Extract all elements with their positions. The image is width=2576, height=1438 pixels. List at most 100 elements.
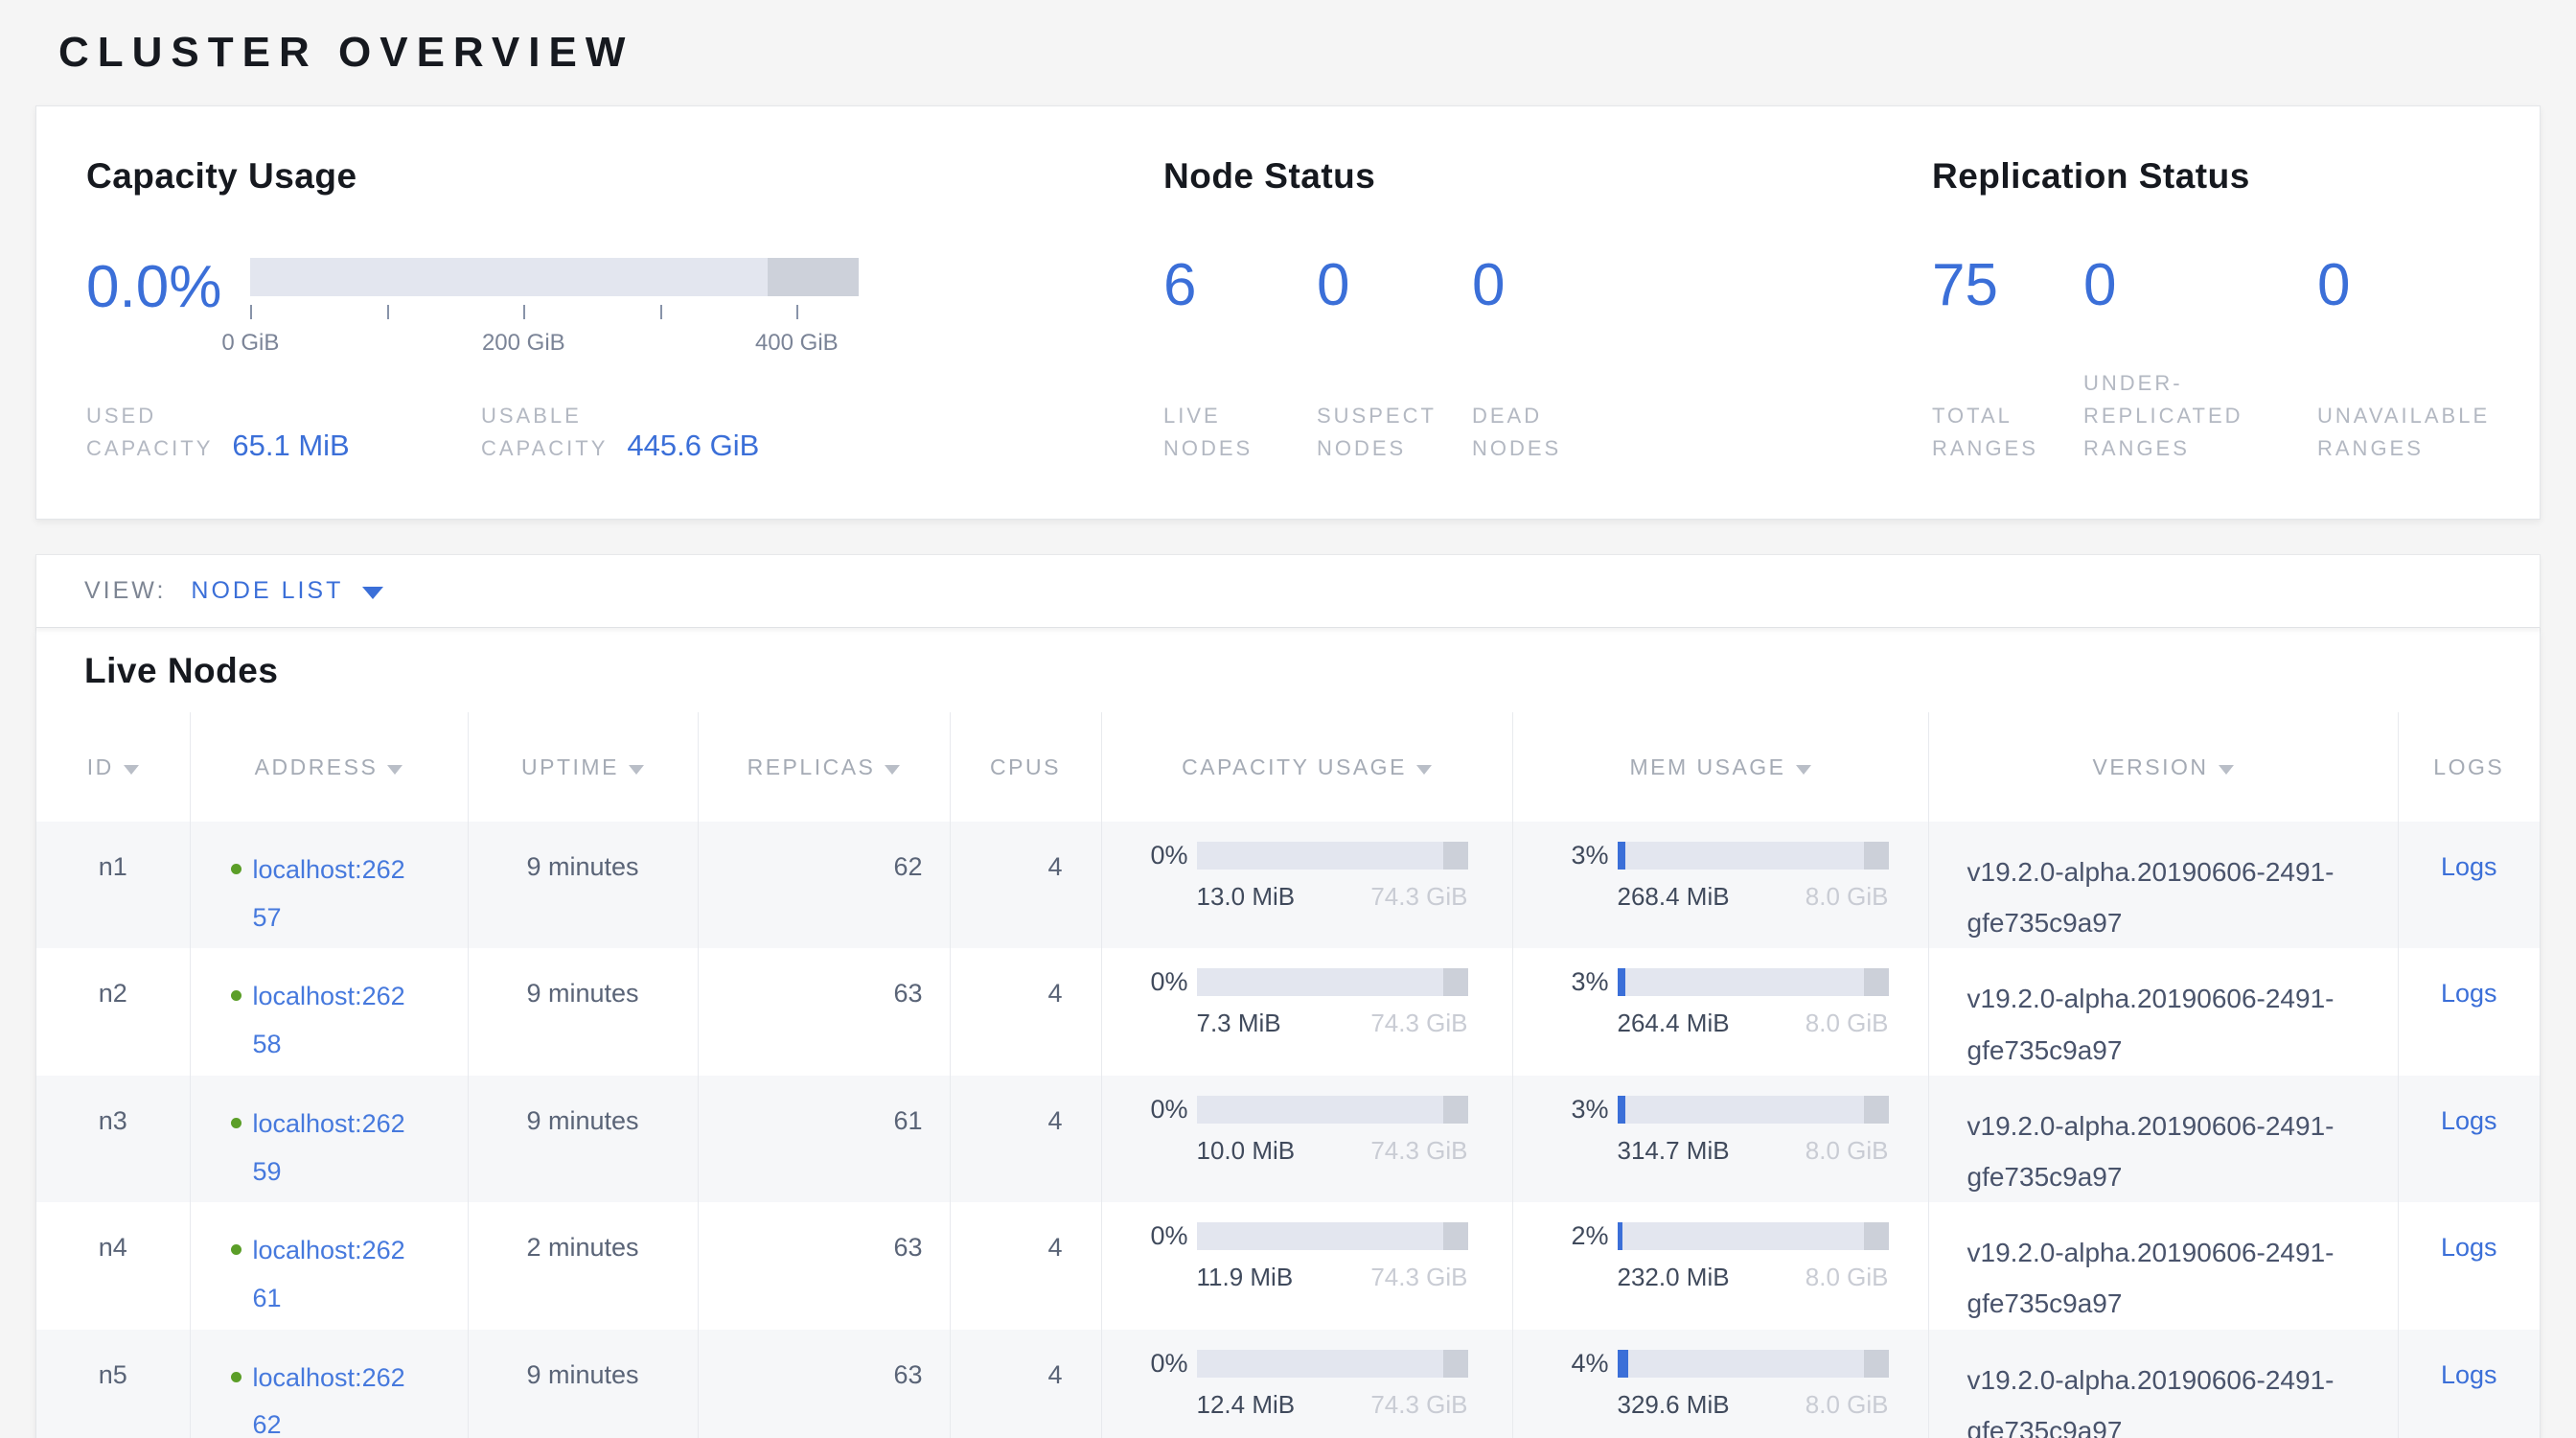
column-header-version[interactable]: VERSION [1928, 712, 2398, 822]
view-label: VIEW: [84, 577, 166, 605]
replication-status-panel: Replication Status 75 TOTAL RANGES 0 UND… [1932, 156, 2492, 519]
mem-mini-bar-endcap [1864, 1350, 1888, 1378]
capacity-total-value: 74.3 GiB [1370, 1136, 1467, 1166]
column-header-replicas[interactable]: REPLICAS [698, 712, 950, 822]
suspect-nodes-label: SUSPECT NODES [1317, 400, 1472, 465]
node-id-cell: n1 [36, 822, 190, 948]
node-uptime-cell: 9 minutes [468, 948, 698, 1075]
live-nodes-title: Live Nodes [36, 628, 2540, 712]
node-live-status-dot [231, 1244, 242, 1255]
used-capacity-stat: USED CAPACITY 65.1 MiB [86, 400, 481, 465]
column-header-uptime[interactable]: UPTIME [468, 712, 698, 822]
cluster-overview-page: CLUSTER OVERVIEW Capacity Usage 0.0% [0, 0, 2576, 1438]
mem-mini-bar-fill [1618, 968, 1625, 996]
logs-link[interactable]: Logs [2441, 1233, 2497, 1262]
node-uptime-cell: 9 minutes [468, 1076, 698, 1202]
capacity-pct-label: 0% [1140, 1095, 1188, 1125]
node-address-link[interactable]: localhost:26258 [253, 973, 412, 1069]
mem-pct-label: 3% [1561, 1095, 1609, 1125]
node-live-status-dot [231, 1118, 242, 1128]
used-capacity-label: USED CAPACITY [86, 400, 213, 465]
table-row: n5 localhost:26262 9 minutes 63 4 0% 12.… [36, 1330, 2540, 1438]
table-row: n4 localhost:26261 2 minutes 63 4 0% 11.… [36, 1202, 2540, 1329]
capacity-pct-label: 0% [1140, 967, 1188, 997]
dead-nodes-stat: 0 DEAD NODES [1472, 256, 1561, 465]
node-mem-usage-cell: 4% 329.6 MiB 8.0 GiB [1512, 1330, 1928, 1438]
capacity-bar-axis: 0 GiB 200 GiB 400 GiB [250, 305, 859, 360]
node-id-cell: n5 [36, 1330, 190, 1438]
column-header-capacity[interactable]: CAPACITY USAGE [1101, 712, 1512, 822]
column-header-mem[interactable]: MEM USAGE [1512, 712, 1928, 822]
logs-link[interactable]: Logs [2441, 1360, 2497, 1389]
suspect-nodes-stat: 0 SUSPECT NODES [1317, 256, 1472, 465]
node-mem-usage-cell: 3% 314.7 MiB 8.0 GiB [1512, 1076, 1928, 1202]
mem-used-value: 232.0 MiB [1618, 1263, 1730, 1292]
capacity-percent-value: 0.0% [86, 258, 221, 317]
capacity-bar-track [250, 258, 859, 296]
usable-capacity-value: 445.6 GiB [627, 429, 759, 463]
node-capacity-usage-cell: 0% 13.0 MiB 74.3 GiB [1101, 822, 1512, 948]
sort-arrow-icon [387, 765, 402, 775]
node-mem-usage-cell: 2% 232.0 MiB 8.0 GiB [1512, 1202, 1928, 1329]
node-live-status-dot [231, 990, 242, 1001]
table-header-row: ID ADDRESS UPTIME REPLICAS CPUS CAPACITY… [36, 712, 2540, 822]
logs-link[interactable]: Logs [2441, 979, 2497, 1008]
live-nodes-value: 6 [1163, 256, 1317, 315]
column-header-cpus[interactable]: CPUS [950, 712, 1101, 822]
node-address-link[interactable]: localhost:26259 [253, 1101, 412, 1196]
logs-link[interactable]: Logs [2441, 1106, 2497, 1135]
node-replicas-cell: 61 [698, 1076, 950, 1202]
live-nodes-stat: 6 LIVE NODES [1163, 256, 1317, 465]
table-row: n1 localhost:26257 9 minutes 62 4 0% 13.… [36, 822, 2540, 948]
node-logs-cell: Logs [2398, 1076, 2540, 1202]
mem-pct-label: 3% [1561, 967, 1609, 997]
column-header-address[interactable]: ADDRESS [190, 712, 468, 822]
node-logs-cell: Logs [2398, 1202, 2540, 1329]
mem-mini-bar [1618, 968, 1889, 996]
axis-tick [523, 305, 525, 319]
node-address-link[interactable]: localhost:26257 [253, 847, 412, 942]
sort-arrow-icon [124, 765, 139, 775]
under-replicated-ranges-stat: 0 UNDER- REPLICATED RANGES [2083, 256, 2317, 465]
logs-link[interactable]: Logs [2441, 852, 2497, 881]
capacity-total-value: 74.3 GiB [1370, 1263, 1467, 1292]
mem-used-value: 268.4 MiB [1618, 882, 1730, 912]
node-capacity-usage-cell: 0% 12.4 MiB 74.3 GiB [1101, 1330, 1512, 1438]
mem-total-value: 8.0 GiB [1806, 1136, 1889, 1166]
node-logs-cell: Logs [2398, 948, 2540, 1075]
axis-tick-label: 400 GiB [755, 330, 839, 357]
chevron-down-icon [362, 587, 383, 599]
capacity-used-value: 7.3 MiB [1197, 1009, 1281, 1038]
node-version-cell: v19.2.0-alpha.20190606-2491-gfe735c9a97 [1928, 822, 2398, 948]
node-logs-cell: Logs [2398, 822, 2540, 948]
total-ranges-value: 75 [1932, 256, 2083, 315]
mem-used-value: 329.6 MiB [1618, 1390, 1730, 1420]
node-id-cell: n2 [36, 948, 190, 1075]
sort-arrow-icon [2219, 765, 2234, 775]
capacity-mini-bar [1197, 1096, 1468, 1124]
node-id-cell: n4 [36, 1202, 190, 1329]
capacity-total-value: 74.3 GiB [1370, 1009, 1467, 1038]
node-address-cell: localhost:26262 [190, 1330, 468, 1438]
node-uptime-cell: 9 minutes [468, 822, 698, 948]
mem-mini-bar [1618, 1350, 1889, 1378]
node-address-link[interactable]: localhost:26262 [253, 1355, 412, 1438]
column-header-id[interactable]: ID [36, 712, 190, 822]
replication-status-title: Replication Status [1932, 156, 2492, 197]
node-replicas-cell: 63 [698, 1330, 950, 1438]
node-cpus-cell: 4 [950, 822, 1101, 948]
mem-mini-bar-endcap [1864, 968, 1888, 996]
mem-mini-bar-fill [1618, 1096, 1625, 1124]
view-selector-bar: VIEW: NODE LIST [35, 554, 2541, 628]
node-cpus-cell: 4 [950, 1202, 1101, 1329]
view-dropdown[interactable]: NODE LIST [191, 577, 383, 605]
mem-pct-label: 3% [1561, 841, 1609, 870]
node-address-link[interactable]: localhost:26261 [253, 1227, 412, 1323]
node-mem-usage-cell: 3% 264.4 MiB 8.0 GiB [1512, 948, 1928, 1075]
capacity-usage-title: Capacity Usage [86, 156, 1163, 197]
node-replicas-cell: 63 [698, 1202, 950, 1329]
total-ranges-stat: 75 TOTAL RANGES [1932, 256, 2083, 465]
mem-mini-bar [1618, 842, 1889, 870]
node-id-cell: n3 [36, 1076, 190, 1202]
node-status-title: Node Status [1163, 156, 1932, 197]
